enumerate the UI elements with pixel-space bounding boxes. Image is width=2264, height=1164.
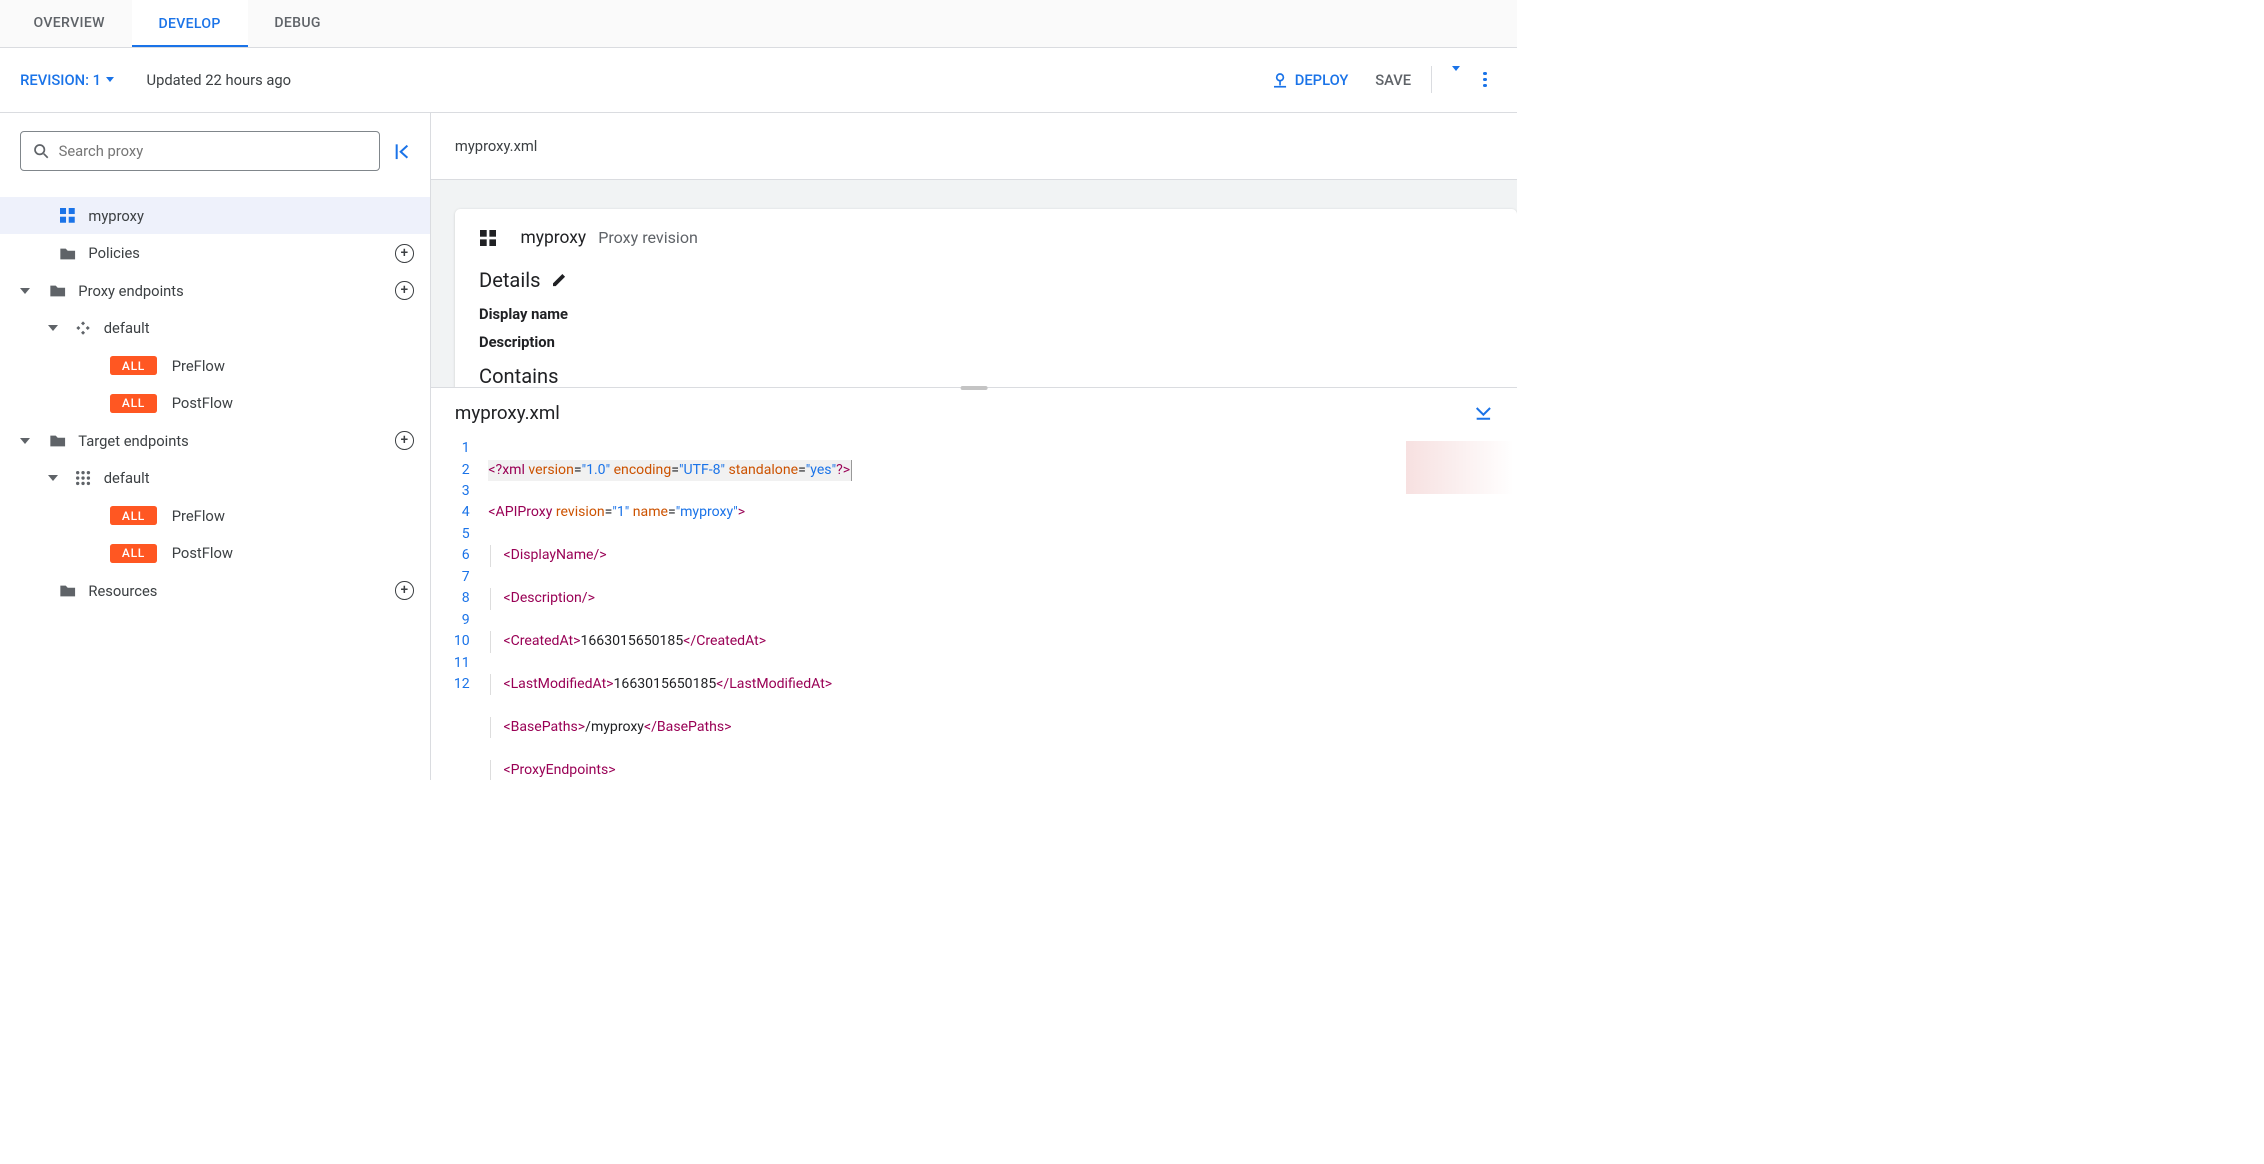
top-tabs: OVERVIEW DEVELOP DEBUG — [0, 0, 1517, 48]
val-created: 1663015650185 — [581, 633, 684, 649]
chevron-down-icon — [1452, 66, 1460, 89]
endpoint-icon — [74, 320, 91, 336]
folder-icon — [59, 583, 76, 599]
caret-down-icon — [20, 288, 30, 294]
resize-handle[interactable] — [960, 386, 987, 391]
deploy-button[interactable]: DEPLOY — [1259, 71, 1362, 89]
chevron-down-icon — [106, 77, 114, 82]
folder-icon — [49, 433, 66, 449]
collapse-left-icon — [394, 143, 411, 160]
target-icon — [74, 470, 91, 486]
collapse-down-icon — [1474, 404, 1493, 423]
tree-label: default — [104, 469, 150, 487]
editor-title: myproxy.xml — [455, 402, 560, 424]
edit-icon[interactable] — [551, 272, 567, 288]
file-path-header: myproxy.xml — [431, 113, 1517, 180]
proxy-icon — [479, 230, 496, 246]
tree-label: Proxy endpoints — [78, 282, 183, 300]
tree-label: PreFlow — [172, 507, 225, 525]
save-dropdown-button[interactable] — [1439, 71, 1474, 89]
code-editor[interactable]: 123456789101112 <?xml version="1.0" enco… — [431, 438, 1517, 780]
add-button[interactable]: + — [395, 431, 414, 450]
separator — [1431, 66, 1432, 93]
tree-item-target-endpoints[interactable]: Target endpoints + — [0, 422, 430, 460]
contains-heading: Contains — [479, 364, 1493, 387]
action-bar: REVISION: 1 Updated 22 hours ago DEPLOY … — [0, 48, 1517, 113]
tree-label: Resources — [88, 582, 157, 600]
all-badge: ALL — [110, 394, 157, 413]
proxy-icon — [59, 208, 76, 224]
tree-item-te-postflow[interactable]: ALL PostFlow — [0, 535, 430, 573]
tree-item-myproxy[interactable]: myproxy — [0, 197, 430, 235]
code-content[interactable]: <?xml version="1.0" encoding="UTF-8" sta… — [484, 438, 1403, 780]
content-pane: myproxy.xml myproxy Proxy revision Detai… — [431, 113, 1517, 780]
deploy-label: DEPLOY — [1295, 71, 1349, 89]
editor-header: myproxy.xml — [431, 387, 1517, 438]
tab-debug[interactable]: DEBUG — [248, 0, 348, 47]
tree-label: myproxy — [88, 207, 144, 225]
detail-card: myproxy Proxy revision Details Display n… — [455, 209, 1517, 387]
tab-overview[interactable]: OVERVIEW — [7, 0, 132, 47]
sidebar: myproxy Policies + Proxy endpoints + — [0, 113, 431, 780]
save-button[interactable]: SAVE — [1362, 71, 1425, 89]
details-heading: Details — [479, 268, 541, 292]
revision-label: REVISION: 1 — [20, 71, 101, 89]
caret-down-icon — [48, 325, 58, 331]
tree-item-pe-postflow[interactable]: ALL PostFlow — [0, 385, 430, 423]
collapse-sidebar-button[interactable] — [394, 143, 411, 160]
more-vert-icon — [1483, 72, 1486, 87]
tree-label: PostFlow — [172, 394, 233, 412]
all-badge: ALL — [110, 356, 157, 375]
folder-icon — [49, 283, 66, 299]
tree-label: PostFlow — [172, 544, 233, 562]
add-button[interactable]: + — [395, 244, 414, 263]
detail-pane: myproxy Proxy revision Details Display n… — [431, 180, 1517, 388]
tree-item-te-preflow[interactable]: ALL PreFlow — [0, 497, 430, 535]
all-badge: ALL — [110, 506, 157, 525]
updated-label: Updated 22 hours ago — [147, 71, 292, 89]
tree-item-te-default[interactable]: default — [0, 460, 430, 498]
attr-revision: 1 — [617, 504, 625, 520]
card-subtitle: Proxy revision — [598, 228, 698, 247]
add-button[interactable]: + — [395, 281, 414, 300]
tree-item-pe-default[interactable]: default — [0, 309, 430, 347]
tree-label: Policies — [88, 244, 139, 262]
collapse-editor-button[interactable] — [1474, 404, 1493, 423]
search-box[interactable] — [20, 131, 380, 171]
proxy-tree: myproxy Policies + Proxy endpoints + — [0, 186, 430, 609]
tree-item-policies[interactable]: Policies + — [0, 234, 430, 272]
caret-down-icon — [48, 475, 58, 481]
search-input[interactable] — [59, 142, 368, 160]
attr-name: myproxy — [680, 504, 733, 520]
caret-down-icon — [20, 438, 30, 444]
minimap[interactable] — [1403, 438, 1517, 780]
tree-item-proxy-endpoints[interactable]: Proxy endpoints + — [0, 272, 430, 310]
val-basepath: /myproxy — [585, 719, 644, 735]
file-name-label: myproxy.xml — [455, 137, 537, 155]
tree-label: default — [104, 319, 150, 337]
deploy-icon — [1272, 72, 1288, 88]
tree-label: Target endpoints — [78, 432, 189, 450]
tree-item-pe-preflow[interactable]: ALL PreFlow — [0, 347, 430, 385]
search-icon — [33, 143, 49, 159]
tree-label: PreFlow — [172, 357, 225, 375]
display-name-label: Display name — [479, 305, 1493, 323]
revision-selector[interactable]: REVISION: 1 — [20, 71, 114, 89]
tab-develop[interactable]: DEVELOP — [132, 0, 248, 47]
card-title: myproxy — [521, 228, 587, 248]
folder-icon — [59, 245, 76, 261]
all-badge: ALL — [110, 544, 157, 563]
add-button[interactable]: + — [395, 581, 414, 600]
tree-item-resources[interactable]: Resources + — [0, 572, 430, 610]
description-label: Description — [479, 333, 1493, 351]
more-actions-button[interactable] — [1473, 72, 1496, 87]
val-modified: 1663015650185 — [614, 676, 717, 692]
line-gutter: 123456789101112 — [431, 438, 485, 780]
